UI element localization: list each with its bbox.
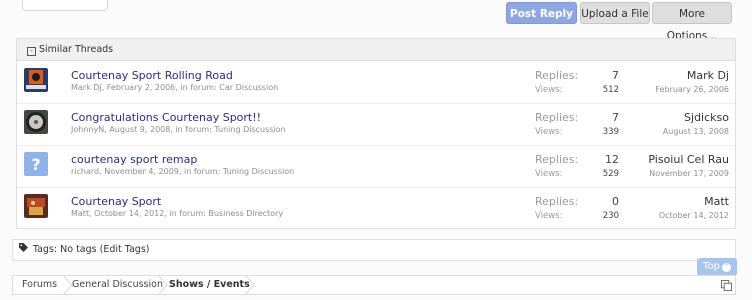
svg-text:?: ? bbox=[31, 155, 40, 174]
copy-link-icon[interactable] bbox=[721, 280, 732, 291]
last-post-date: October 14, 2012 bbox=[658, 211, 729, 220]
similar-threads-title: Similar Threads bbox=[39, 44, 114, 55]
similar-threads-panel: - Similar Threads Courtenay Sport Rolling… bbox=[16, 38, 736, 229]
thread-row: Courtenay Sport Matt, October 14, 2012, … bbox=[17, 187, 735, 229]
breadcrumb: Forums General Discussion Shows / Events bbox=[12, 275, 736, 295]
last-post-date: August 13, 2008 bbox=[662, 127, 729, 136]
photo-avatar-icon[interactable] bbox=[24, 194, 48, 218]
scroll-top-label: Top bbox=[703, 261, 720, 272]
thread-title-link[interactable]: Courtenay Sport bbox=[71, 195, 161, 208]
views-count: 529 bbox=[602, 169, 619, 179]
tags-text[interactable]: Tags: No tags (Edit Tags) bbox=[33, 244, 150, 255]
breadcrumb-separator-icon bbox=[158, 276, 168, 294]
more-options-button[interactable]: More Options... bbox=[652, 2, 732, 42]
thread-title-link[interactable]: Courtenay Sport Rolling Road bbox=[71, 69, 233, 82]
thread-row: Courtenay Sport Rolling Road Mark Dj, Fe… bbox=[17, 61, 735, 104]
last-poster-link[interactable]: Pisoiul Cel Rau bbox=[648, 153, 729, 166]
replies-count: 0 bbox=[612, 195, 619, 208]
thread-meta: Matt, October 14, 2012, in forum: Busine… bbox=[71, 209, 284, 218]
last-poster-link[interactable]: Sjdickso bbox=[684, 111, 729, 124]
thread-meta: richard, November 4, 2009, in forum: Tun… bbox=[71, 167, 295, 176]
thread-row: Congratulations Courtenay Sport!! Johnny… bbox=[17, 103, 735, 146]
logo-avatar-icon[interactable] bbox=[24, 68, 48, 92]
thread-meta: JohnnyN, August 9, 2008, in forum: Tunin… bbox=[71, 125, 286, 134]
thread-title-link[interactable]: Congratulations Courtenay Sport!! bbox=[71, 111, 261, 124]
views-label: Views: bbox=[535, 169, 563, 179]
replies-label: Replies: bbox=[535, 69, 579, 82]
thread-title-link[interactable]: courtenay sport remap bbox=[71, 153, 197, 166]
views-count: 512 bbox=[602, 85, 619, 95]
views-label: Views: bbox=[535, 211, 563, 221]
tags-bar: Tags: No tags (Edit Tags) bbox=[12, 239, 736, 261]
views-count: 230 bbox=[602, 211, 619, 221]
last-poster-link[interactable]: Matt bbox=[704, 195, 729, 208]
thread-meta: Mark Dj, February 2, 2006, in forum: Car… bbox=[71, 83, 279, 92]
replies-label: Replies: bbox=[535, 195, 579, 208]
breadcrumb-item-forums[interactable]: Forums bbox=[22, 276, 57, 294]
replies-label: Replies: bbox=[535, 111, 579, 124]
similar-threads-header[interactable]: - Similar Threads bbox=[17, 39, 735, 61]
replies-count: 7 bbox=[612, 111, 619, 124]
scroll-top-button[interactable]: Top ^ bbox=[697, 258, 737, 276]
replies-label: Replies: bbox=[535, 153, 579, 166]
thread-row: ? courtenay sport remap richard, Novembe… bbox=[17, 145, 735, 188]
upload-file-button[interactable]: Upload a File bbox=[580, 2, 650, 24]
breadcrumb-item-shows-events[interactable]: Shows / Events bbox=[169, 276, 250, 294]
post-reply-button[interactable]: Post Reply bbox=[506, 2, 577, 24]
breadcrumb-item-general-discussion[interactable]: General Discussion bbox=[72, 276, 163, 294]
last-poster-link[interactable]: Mark Dj bbox=[687, 69, 729, 82]
question-mark-avatar-icon[interactable]: ? bbox=[24, 152, 48, 176]
breadcrumb-separator-icon bbox=[245, 276, 255, 294]
arrow-up-icon: ^ bbox=[721, 263, 731, 272]
quick-reply-stub bbox=[22, 0, 108, 11]
views-count: 339 bbox=[602, 127, 619, 137]
collapse-toggle-icon[interactable]: - bbox=[27, 47, 36, 56]
wheel-avatar-icon[interactable] bbox=[24, 110, 48, 134]
replies-count: 7 bbox=[612, 69, 619, 82]
last-post-date: November 17, 2009 bbox=[649, 169, 729, 178]
replies-count: 12 bbox=[605, 153, 619, 166]
tag-icon bbox=[19, 243, 31, 255]
views-label: Views: bbox=[535, 127, 563, 137]
views-label: Views: bbox=[535, 85, 563, 95]
last-post-date: February 26, 2006 bbox=[655, 85, 729, 94]
